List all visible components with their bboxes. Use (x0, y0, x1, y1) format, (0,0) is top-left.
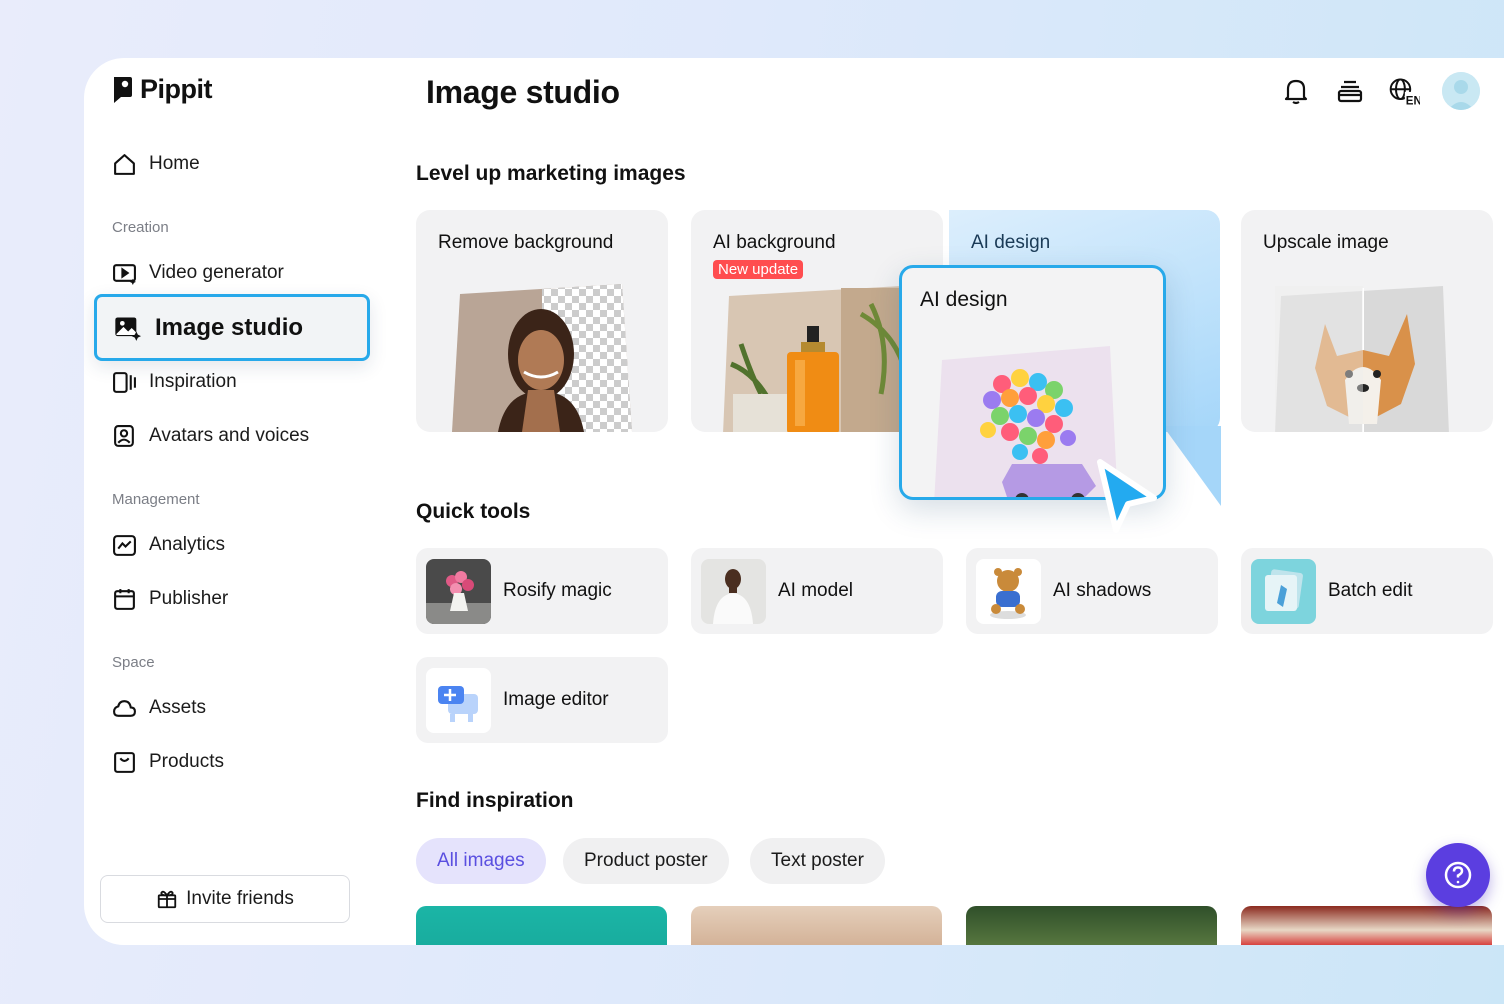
invite-friends-button[interactable]: Invite friends (100, 875, 350, 923)
sidebar-item-publisher[interactable]: Publisher (112, 584, 228, 614)
marketing-heading: Level up marketing images (416, 162, 686, 185)
avatar[interactable] (1442, 72, 1480, 110)
avatar-voice-icon (114, 424, 134, 447)
app-window: Pippit Home Creation Video generator Ima… (84, 58, 1504, 945)
inspiration-thumbnail[interactable] (966, 906, 1217, 945)
sidebar-item-video-generator[interactable]: Video generator (112, 258, 284, 288)
user-avatar-icon (1442, 72, 1480, 110)
cloud-icon (113, 699, 136, 717)
sidebar-item-label: Inspiration (149, 371, 237, 392)
tool-label: Image editor (503, 689, 609, 710)
globe-icon[interactable]: EN (1388, 75, 1420, 107)
gift-icon (157, 890, 177, 909)
image-editor-thumbnail (426, 667, 491, 733)
image-studio-icon (115, 317, 141, 341)
filter-all-images[interactable]: All images (416, 838, 546, 884)
card-title: AI background (713, 232, 836, 253)
upscale-image-preview (1275, 286, 1449, 432)
inspiration-icon (113, 371, 136, 393)
sidebar-item-home[interactable]: Home (112, 149, 200, 179)
inspiration-thumbnail[interactable] (1241, 906, 1492, 945)
header-toolbar: EN (1280, 72, 1480, 110)
card-remove-background[interactable]: Remove background (416, 210, 668, 432)
sidebar-item-label: Products (149, 751, 224, 772)
help-button[interactable] (1426, 843, 1490, 907)
logo[interactable]: Pippit (112, 74, 213, 105)
inspiration-thumbnail[interactable] (691, 906, 942, 945)
filter-product-poster[interactable]: Product poster (563, 838, 729, 884)
video-generator-icon (113, 263, 136, 285)
layers-icon[interactable] (1334, 75, 1366, 107)
product-box-icon (114, 751, 135, 773)
calendar-icon (114, 588, 135, 610)
home-icon (114, 153, 135, 175)
bell-icon[interactable] (1280, 75, 1312, 107)
app-name: Pippit (140, 74, 213, 104)
sidebar-item-inspiration[interactable]: Inspiration (112, 367, 237, 397)
sidebar-item-assets[interactable]: Assets (112, 693, 206, 723)
section-label-space: Space (112, 654, 155, 671)
pointer-cursor-icon (1097, 459, 1157, 533)
remove-background-preview (452, 284, 632, 432)
popup-title: AI design (920, 288, 1008, 311)
pippit-logo-icon (114, 76, 132, 103)
card-title: AI design (971, 232, 1051, 253)
invite-friends-label: Invite friends (186, 888, 294, 909)
rosify-magic-thumbnail (426, 558, 491, 624)
sidebar-item-label: Video generator (149, 262, 284, 283)
sidebar-item-label: Image studio (155, 313, 304, 341)
quick-tools-heading: Quick tools (416, 500, 531, 523)
card-title: Upscale image (1263, 232, 1389, 253)
ai-background-preview (723, 286, 909, 432)
tool-ai-model[interactable]: AI model (691, 548, 943, 634)
section-label-management: Management (112, 491, 200, 508)
tool-ai-shadows[interactable]: AI shadows (966, 548, 1218, 634)
language-code: EN (1406, 95, 1420, 107)
tool-label: Rosify magic (503, 580, 612, 601)
ai-model-thumbnail (701, 558, 766, 624)
tool-image-editor[interactable]: Image editor (416, 657, 668, 743)
tool-label: Batch edit (1328, 580, 1413, 601)
card-fold-decoration (1163, 426, 1221, 506)
sidebar-item-label: Publisher (149, 588, 229, 609)
tool-label: AI shadows (1053, 580, 1152, 601)
analytics-icon (113, 534, 136, 556)
help-icon (1444, 861, 1472, 889)
sidebar-item-label: Assets (149, 697, 207, 718)
filter-text-poster[interactable]: Text poster (750, 838, 885, 884)
page-title: Image studio (426, 74, 620, 110)
sidebar-item-label: Home (149, 153, 200, 174)
sidebar-item-products[interactable]: Products (112, 747, 224, 777)
find-inspiration-heading: Find inspiration (416, 789, 574, 812)
tool-label: AI model (778, 580, 853, 601)
sidebar-item-avatars-voices[interactable]: Avatars and voices (112, 421, 309, 451)
sidebar-item-label: Avatars and voices (149, 425, 310, 446)
sidebar-item-image-studio[interactable]: Image studio (94, 294, 370, 361)
sidebar-item-analytics[interactable]: Analytics (112, 530, 225, 560)
batch-edit-thumbnail (1251, 558, 1316, 624)
new-update-badge: New update (713, 260, 804, 279)
card-upscale-image[interactable]: Upscale image (1241, 210, 1493, 432)
card-title: Remove background (438, 232, 614, 253)
ai-shadows-thumbnail (976, 558, 1041, 624)
inspiration-thumbnail[interactable] (416, 906, 667, 945)
section-label-creation: Creation (112, 219, 169, 236)
tool-batch-edit[interactable]: Batch edit (1241, 548, 1493, 634)
tool-rosify-magic[interactable]: Rosify magic (416, 548, 668, 634)
sidebar-item-label: Analytics (149, 534, 226, 555)
